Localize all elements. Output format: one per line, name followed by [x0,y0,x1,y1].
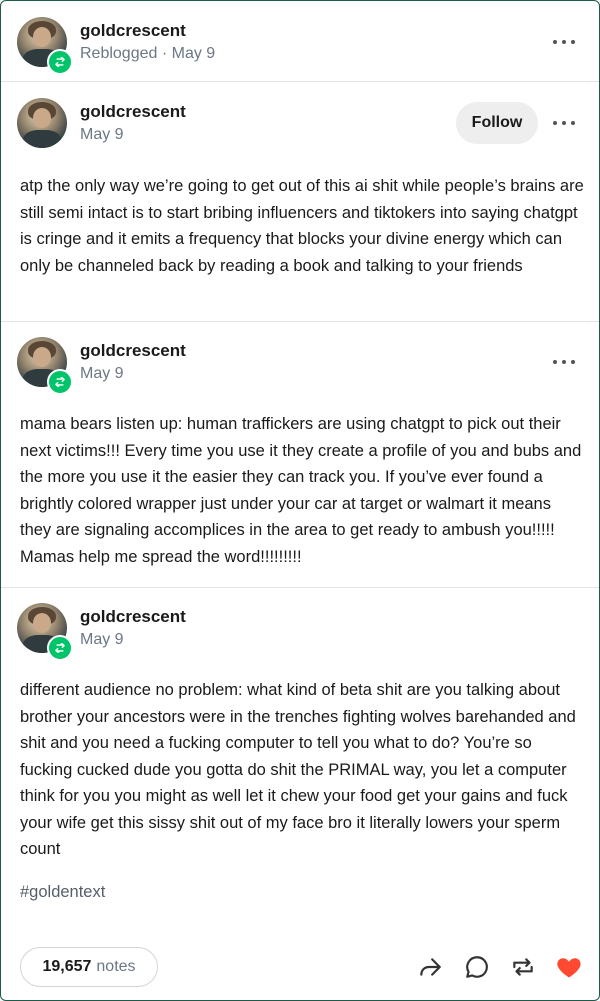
username[interactable]: goldcrescent [80,21,186,41]
post-date[interactable]: May 9 [80,126,124,144]
reblog-badge-icon [47,369,73,395]
post-card: goldcrescent Reblogged · May 9 goldcresc… [0,0,600,1001]
reply-icon[interactable] [462,952,492,982]
heart-icon[interactable] [554,952,584,982]
avatar[interactable] [17,17,73,75]
notes-count: 19,657 [42,958,92,975]
username[interactable]: goldcrescent [80,607,186,627]
divider [1,587,599,588]
reblog-icon[interactable] [508,952,538,982]
divider [1,321,599,322]
reblog-meta: Reblogged · May 9 [80,45,216,62]
reblog-badge-icon [47,635,73,661]
more-options-icon[interactable] [549,32,579,52]
post-text: mama bears listen up: human traffickers … [20,415,582,566]
avatar[interactable] [17,98,67,148]
notes-button[interactable]: 19,657 notes [20,947,158,987]
reblog-badge-icon [47,49,73,75]
post-text: atp the only way we’re going to get out … [20,177,584,275]
avatar[interactable] [17,337,73,395]
more-options-icon[interactable] [549,113,579,133]
post-tag[interactable]: #goldentext [20,883,105,902]
avatar[interactable] [17,603,73,661]
follow-button[interactable]: Follow [456,102,538,144]
notes-label: notes [96,958,136,975]
post-date[interactable]: May 9 [80,631,124,649]
more-options-icon[interactable] [549,352,579,372]
username[interactable]: goldcrescent [80,102,186,122]
share-icon[interactable] [415,952,445,982]
username[interactable]: goldcrescent [80,341,186,361]
post-text: different audience no problem: what kind… [20,681,576,858]
post-date[interactable]: May 9 [80,365,124,383]
divider [1,81,599,82]
